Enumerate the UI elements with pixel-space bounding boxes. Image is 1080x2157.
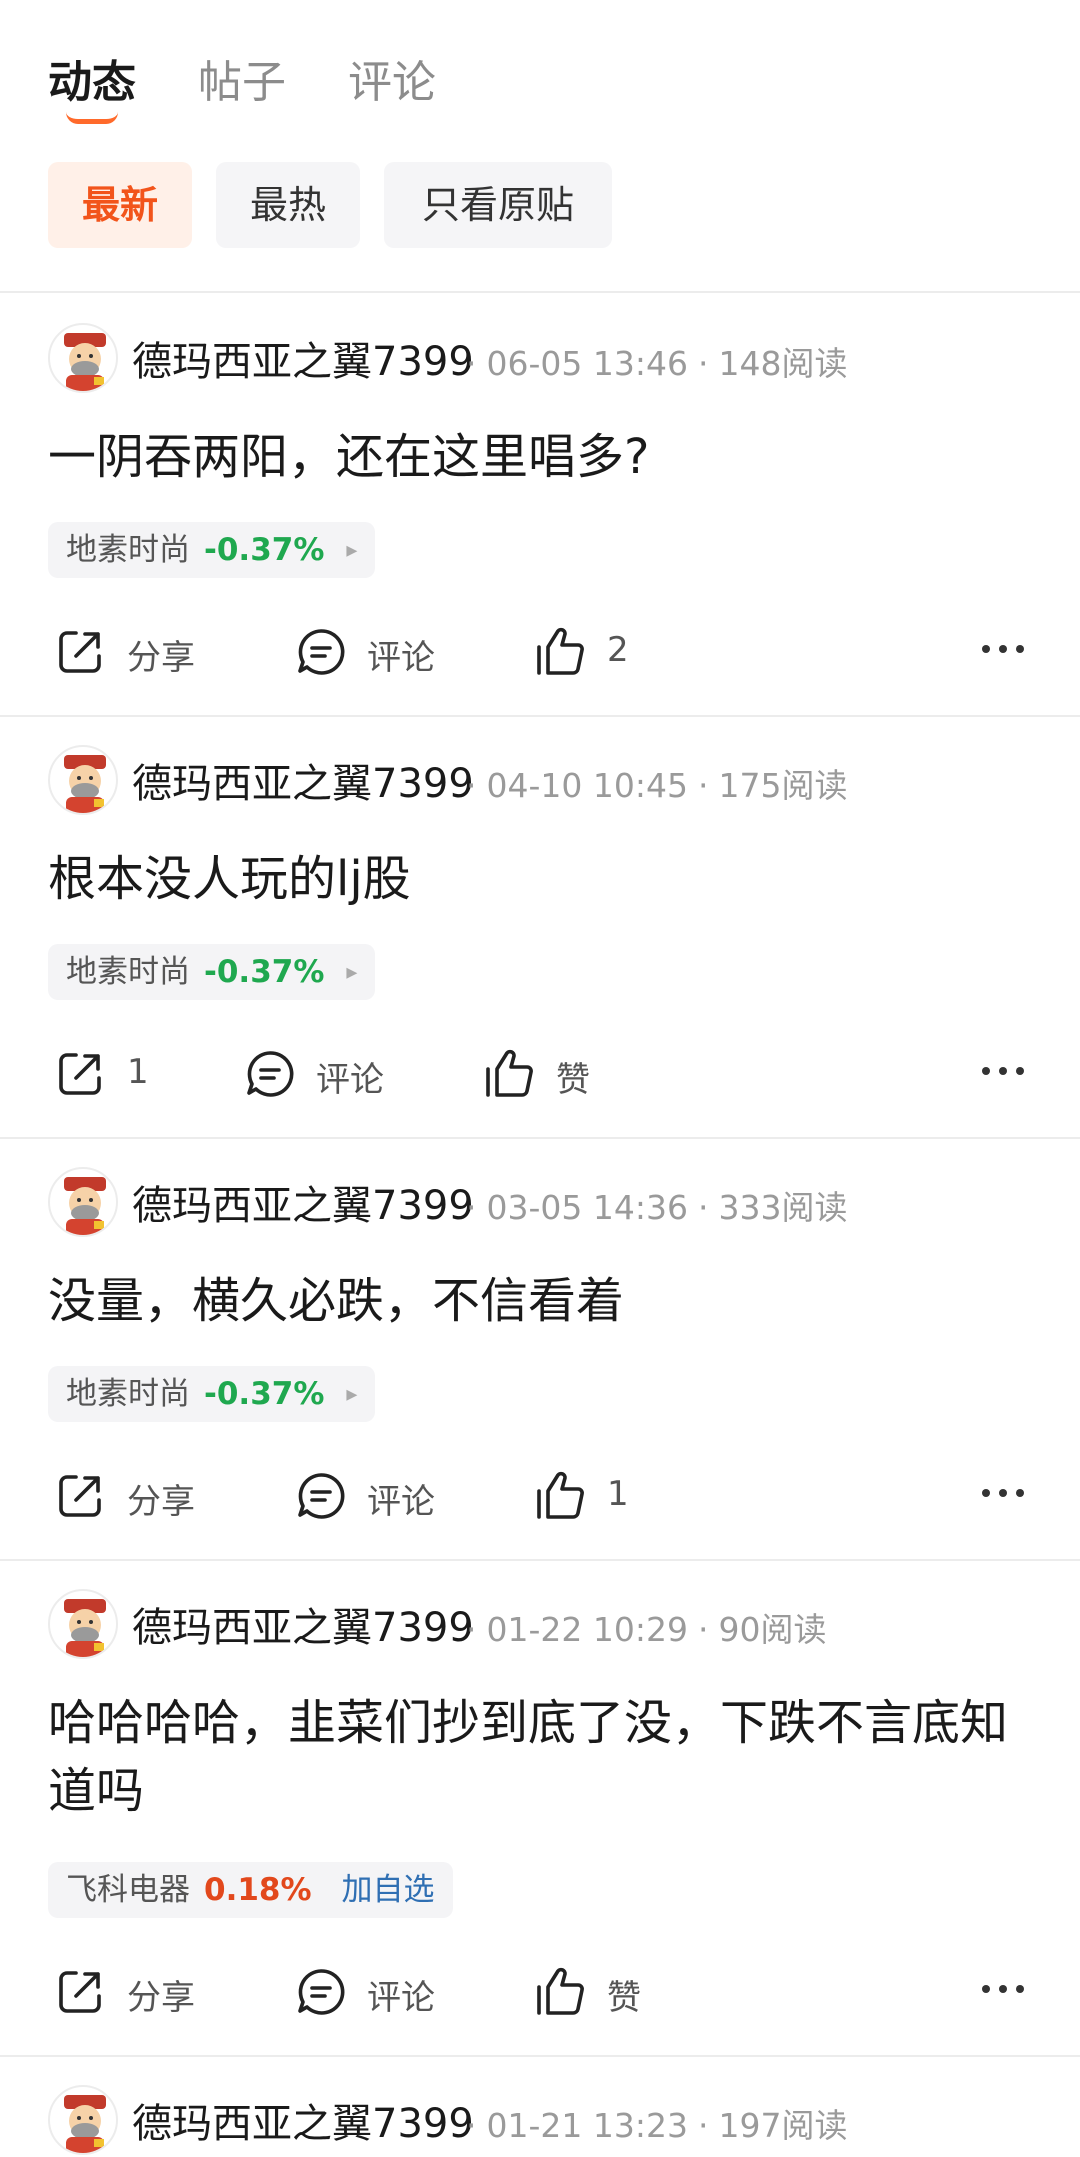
read-count: 175阅读 [718,766,848,805]
tab-posts[interactable]: 帖子 [198,46,286,110]
action-bar: 1 评论 赞 [0,1032,1080,1112]
filter-hottest[interactable]: 最热 [216,162,360,248]
author-name[interactable]: 德玛西亚之翼7399 [132,329,474,387]
more-icon[interactable] [978,1468,1028,1518]
avatar[interactable] [48,2085,118,2155]
avatar[interactable] [48,323,118,393]
share-count[interactable]: 1 [127,1052,149,1092]
stock-tag[interactable]: 地素时尚 -0.37% ▸ [48,522,376,578]
filter-bar: 最新 最热 只看原贴 [0,162,1080,248]
stock-tag[interactable]: 地素时尚 -0.37% ▸ [48,944,376,1000]
stock-name: 地素时尚 [66,532,190,568]
read-count: 197阅读 [718,2106,848,2145]
action-bar: 分享 评论 1 [0,1454,1080,1534]
tab-comments[interactable]: 评论 [348,46,436,110]
more-icon[interactable] [978,1046,1028,1096]
share-label[interactable]: 分享 [127,1970,195,2019]
avatar[interactable] [48,1167,118,1237]
comment-label[interactable]: 评论 [367,630,435,679]
post-content[interactable]: 根本没人玩的lj股 [48,845,1038,913]
author-name[interactable]: 德玛西亚之翼7399 [132,2091,474,2149]
more-icon[interactable] [978,1964,1028,2014]
author-row: 德玛西亚之翼7399 · 04-10 10:45 · 175阅读 [48,745,1048,819]
post-time: 04-10 10:45 [486,766,688,805]
like-label[interactable]: 赞 [607,1970,641,2019]
arrow-right-icon: ▸ [346,960,358,985]
post-meta: · 03-05 14:36 · 333阅读 [466,1188,848,1227]
stock-change: -0.37% [204,532,325,568]
post-meta: · 01-22 10:29 · 90阅读 [466,1610,827,1649]
author-name[interactable]: 德玛西亚之翼7399 [132,1173,474,1231]
share-icon[interactable] [52,1964,108,2020]
thumbs-up-icon[interactable] [533,1468,589,1524]
stock-tag[interactable]: 地素时尚 -0.37% ▸ [48,1366,376,1422]
share-icon[interactable] [52,624,108,680]
stock-name: 飞科电器 [66,1872,190,1908]
post-meta: · 01-21 13:23 · 197阅读 [466,2106,848,2145]
tab-dynamic[interactable]: 动态 [48,46,136,110]
stock-change: -0.37% [204,1376,325,1412]
post-card[interactable]: 德玛西亚之翼7399 · 04-10 10:45 · 175阅读 根本没人玩的lj股 … [0,715,1080,1137]
post-time: 03-05 14:36 [486,1188,688,1227]
post-card[interactable]: 德玛西亚之翼7399 · 03-05 14:36 · 333阅读 没量，横久必跌，不信… [0,1137,1080,1559]
post-time: 01-21 13:23 [486,2106,688,2145]
author-name[interactable]: 德玛西亚之翼7399 [132,1595,474,1653]
filter-original-only[interactable]: 只看原贴 [384,162,612,248]
post-card[interactable]: 德玛西亚之翼7399 · 06-05 13:46 · 148阅读 一阴吞两阳，还在这里… [0,293,1080,715]
action-bar: 分享 评论 赞 [0,1950,1080,2030]
thumbs-up-icon[interactable] [482,1046,538,1102]
more-icon[interactable] [978,624,1028,674]
author-name[interactable]: 德玛西亚之翼7399 [132,751,474,809]
stock-change: -0.37% [204,954,325,990]
post-card[interactable]: 德玛西亚之翼7399 · 01-22 10:29 · 90阅读 哈哈哈哈，韭菜们抄到底… [0,1559,1080,2055]
share-icon[interactable] [52,1046,108,1102]
top-tab-bar: 动态 帖子 评论 [0,0,1080,150]
post-card[interactable]: 德玛西亚之翼7399 · 01-21 13:23 · 197阅读 [0,2055,1080,2157]
comment-label[interactable]: 评论 [367,1970,435,2019]
comment-icon[interactable] [293,1964,349,2020]
comment-label[interactable]: 评论 [367,1474,435,1523]
stock-name: 地素时尚 [66,1376,190,1412]
post-content[interactable]: 哈哈哈哈，韭菜们抄到底了没，下跌不言底知道吗 [48,1689,1038,1825]
share-label[interactable]: 分享 [127,630,195,679]
stock-name: 地素时尚 [66,954,190,990]
action-bar: 分享 评论 2 [0,610,1080,690]
post-content[interactable]: 没量，横久必跌，不信看着 [48,1267,1038,1335]
read-count: 148阅读 [718,344,848,383]
comment-label[interactable]: 评论 [316,1052,384,1101]
avatar[interactable] [48,745,118,815]
post-time: 06-05 13:46 [486,344,688,383]
read-count: 333阅读 [718,1188,848,1227]
filter-latest[interactable]: 最新 [48,162,192,248]
comment-icon[interactable] [293,624,349,680]
arrow-right-icon: ▸ [346,1382,358,1407]
like-count[interactable]: 1 [607,1474,629,1514]
comment-icon[interactable] [293,1468,349,1524]
read-count: 90阅读 [718,1610,827,1649]
arrow-right-icon: ▸ [346,538,358,563]
author-row: 德玛西亚之翼7399 · 03-05 14:36 · 333阅读 [48,1167,1048,1241]
add-to-watchlist-button[interactable]: 加自选 [342,1872,435,1908]
active-tab-indicator [66,112,118,124]
like-label[interactable]: 赞 [556,1052,590,1101]
thumbs-up-icon[interactable] [533,624,589,680]
comment-icon[interactable] [242,1046,298,1102]
like-count[interactable]: 2 [607,630,629,670]
thumbs-up-icon[interactable] [533,1964,589,2020]
avatar[interactable] [48,1589,118,1659]
author-row: 德玛西亚之翼7399 · 01-21 13:23 · 197阅读 [48,2085,1048,2157]
share-label[interactable]: 分享 [127,1474,195,1523]
stock-change: 0.18% [204,1872,312,1908]
author-row: 德玛西亚之翼7399 · 01-22 10:29 · 90阅读 [48,1589,1048,1663]
share-icon[interactable] [52,1468,108,1524]
post-meta: · 06-05 13:46 · 148阅读 [466,344,848,383]
post-meta: · 04-10 10:45 · 175阅读 [466,766,848,805]
author-row: 德玛西亚之翼7399 · 06-05 13:46 · 148阅读 [48,323,1048,397]
post-content[interactable]: 一阴吞两阳，还在这里唱多? [48,423,1038,491]
post-time: 01-22 10:29 [486,1610,688,1649]
stock-tag[interactable]: 飞科电器 0.18% 加自选 [48,1862,453,1918]
